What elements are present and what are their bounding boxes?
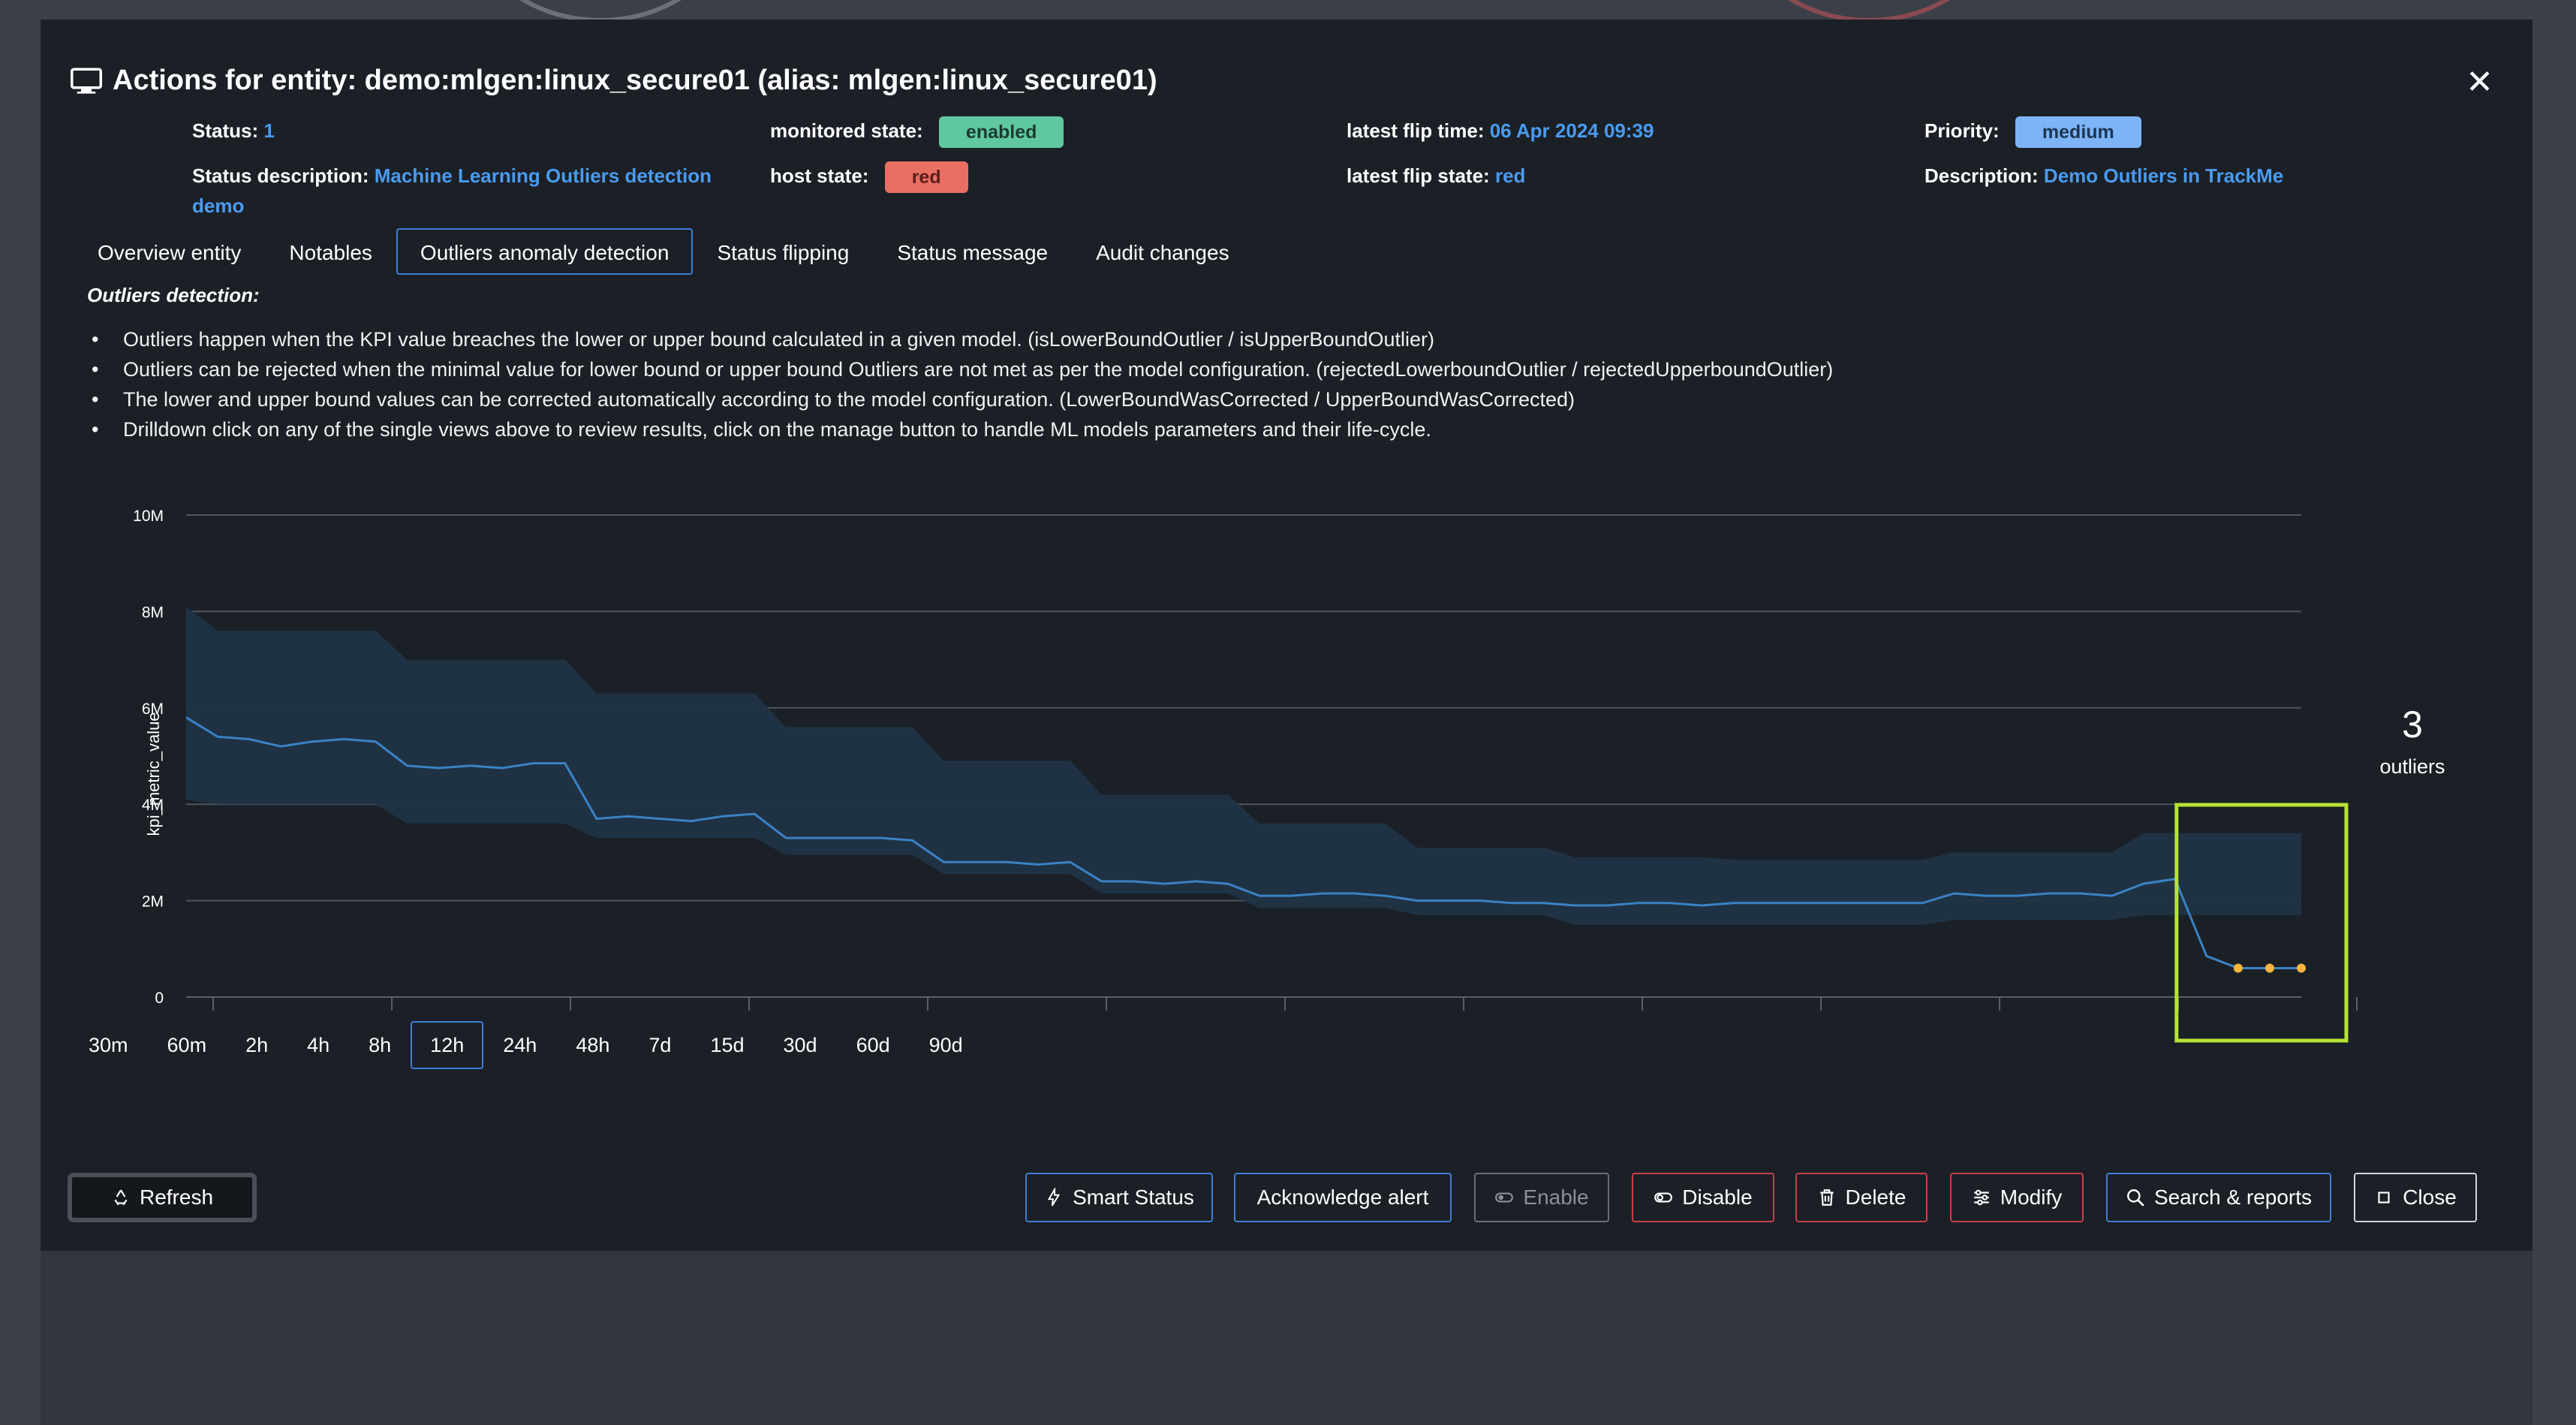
tab-bar: Overview entity Notables Outliers anomal… [74,228,1253,275]
y-tick-label: 10M [133,508,164,525]
range-15d[interactable]: 15d [691,1021,763,1069]
toggle-off-icon [1654,1192,1673,1203]
close-icon[interactable]: ✕ [2466,66,2493,99]
latest-flip-time-field: latest flip time: 06 Apr 2024 09:39 [1347,119,1654,142]
monitored-state-field: monitored state: enabled [770,116,1064,149]
outliers-detection-heading: Outliers detection: [87,284,260,306]
range-48h[interactable]: 48h [556,1021,629,1069]
range-24h[interactable]: 24h [483,1021,556,1069]
recycle-icon [114,1189,128,1206]
tab-status-flipping[interactable]: Status flipping [693,228,873,275]
status-description-link[interactable]: Machine Learning Outliers detection [375,164,712,187]
y-axis-label: kpi_metric_value [144,712,163,836]
description-field: Description: Demo Outliers in TrackMe [1924,164,2284,187]
trash-icon [1819,1189,1834,1206]
time-range-selector: 30m 60m 2h 4h 8h 12h 24h 48h 7d 15d 30d … [69,1021,983,1069]
range-60m[interactable]: 60m [148,1021,227,1069]
bounds-band [186,606,2301,925]
list-item: Drilldown click on any of the single vie… [92,414,1833,444]
modal-title-text: Actions for entity: demo:mlgen:linux_sec… [113,65,1157,96]
tab-overview-entity[interactable]: Overview entity [74,228,265,275]
range-12h[interactable]: 12h [411,1021,484,1069]
y-tick-label: 2M [142,893,164,911]
outlier-point [2265,963,2274,973]
outlier-point [2233,963,2243,973]
close-button[interactable]: Close [2354,1173,2477,1222]
range-30m[interactable]: 30m [69,1021,148,1069]
delete-button[interactable]: Delete [1795,1173,1927,1222]
range-7d[interactable]: 7d [629,1021,691,1069]
host-state-field: host state: red [770,161,968,194]
square-icon [2378,1192,2390,1204]
sliders-icon [1974,1189,1989,1206]
range-30d[interactable]: 30d [764,1021,837,1069]
toggle-icon [1495,1192,1514,1203]
status-description-field: Status description: Machine Learning Out… [192,164,712,187]
y-tick-label: 0 [155,990,164,1007]
range-90d[interactable]: 90d [910,1021,983,1069]
outliers-count-label: outliers [2379,755,2445,778]
latest-flip-state-field: latest flip state: red [1347,164,1526,187]
search-reports-button[interactable]: Search & reports [2106,1173,2331,1222]
tab-outliers-anomaly-detection[interactable]: Outliers anomaly detection [396,228,694,275]
list-item: Outliers happen when the KPI value breac… [92,324,1833,354]
tab-status-message[interactable]: Status message [873,228,1072,275]
list-item: The lower and upper bound values can be … [92,384,1833,414]
outliers-info-list: Outliers happen when the KPI value breac… [92,324,1833,444]
y-tick-label: 6M [142,700,164,718]
y-tick-label: 4M [142,797,164,814]
range-2h[interactable]: 2h [226,1021,287,1069]
kpi-line [185,716,2301,969]
tab-audit-changes[interactable]: Audit changes [1072,228,1253,275]
priority-badge: medium [2015,116,2141,149]
description-link[interactable]: Demo Outliers in TrackMe [2044,164,2283,187]
status-description-line2: demo [192,194,245,217]
monitor-icon [71,68,102,94]
monitored-state-badge: enabled [938,116,1064,149]
entity-actions-modal: Actions for entity: demo:mlgen:linux_sec… [41,20,2532,1251]
disable-button[interactable]: Disable [1632,1173,1774,1222]
tab-notables[interactable]: Notables [265,228,396,275]
acknowledge-alert-button[interactable]: Acknowledge alert [1234,1173,1452,1222]
range-4h[interactable]: 4h [287,1021,349,1069]
page-background-lower [41,1249,2532,1425]
refresh-button[interactable]: Refresh [68,1173,257,1222]
range-60d[interactable]: 60d [837,1021,910,1069]
y-tick-label: 8M [142,604,164,621]
status-value: 1 [263,119,275,142]
priority-field: Priority: medium [1924,116,2141,149]
lightning-icon [1047,1188,1061,1207]
outliers-highlight-box [2174,803,2349,1043]
outlier-point [2297,963,2306,973]
enable-button[interactable]: Enable [1474,1173,1609,1222]
modal-title: Actions for entity: demo:mlgen:linux_sec… [71,65,1157,97]
outliers-count[interactable]: 3 [2322,703,2502,746]
status-field: Status: 1 [192,119,275,142]
list-item: Outliers can be rejected when the minima… [92,354,1833,384]
smart-status-button[interactable]: Smart Status [1025,1173,1213,1222]
search-icon [2126,1189,2144,1207]
range-8h[interactable]: 8h [349,1021,411,1069]
modify-button[interactable]: Modify [1950,1173,2084,1222]
host-state-badge: red [884,161,968,194]
